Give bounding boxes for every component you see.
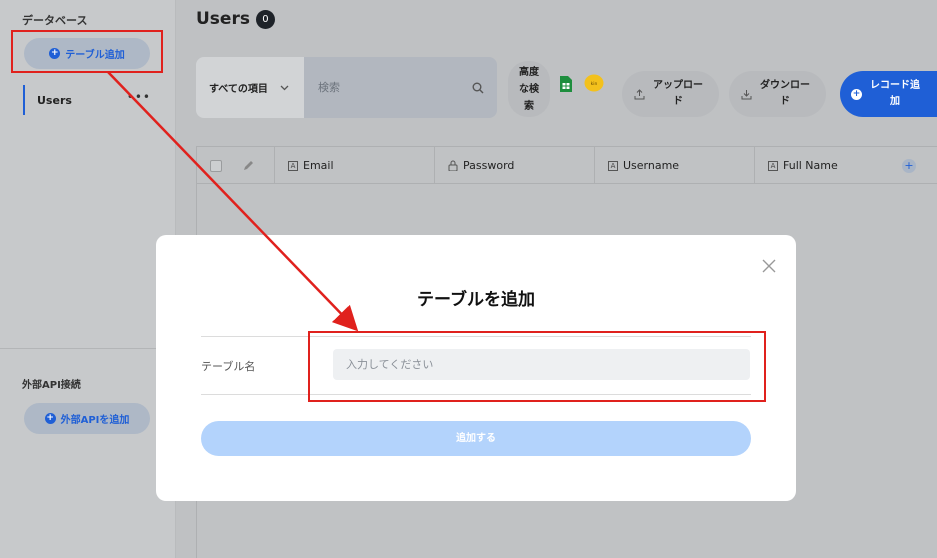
upload-label-line2: ド (673, 96, 683, 107)
add-column-icon[interactable]: + (902, 159, 916, 173)
upload-button[interactable]: アップロー ド (622, 71, 719, 117)
advanced-search-line2: な検 (519, 83, 539, 95)
annotation-highlight-table-name-input (308, 331, 766, 402)
column-header-label: Full Name (783, 159, 838, 172)
api-section-title: 外部API接続 (22, 380, 81, 391)
table-header-row: A Email Password A Username A Full Name … (197, 147, 937, 184)
sidebar-item-users[interactable]: Users ••• (23, 85, 163, 115)
add-record-label-line2: 加 (890, 96, 900, 107)
add-record-label-line1: レコード追 (870, 80, 920, 91)
annotation-highlight-add-table (11, 30, 163, 73)
add-api-label: 外部APIを追加 (60, 415, 130, 426)
sidebar-section-title: データベース (22, 14, 88, 27)
submit-button[interactable]: 追加する (201, 421, 751, 456)
chevron-down-icon (280, 85, 289, 90)
advanced-search-button[interactable]: 高度 な検 索 (508, 61, 550, 117)
modal-title: テーブルを追加 (417, 290, 535, 310)
plus-circle-icon: + (44, 413, 56, 424)
sidebar-item-label: Users (37, 93, 72, 107)
search-input[interactable] (318, 81, 448, 94)
text-type-icon: A (288, 160, 298, 171)
column-header-label: Email (303, 159, 334, 172)
filter-select[interactable]: すべての項目 (196, 57, 304, 118)
upload-label-line1: アップロー (653, 80, 703, 91)
column-header-username[interactable]: A Username (595, 147, 755, 184)
text-type-icon: A (608, 160, 618, 171)
download-label-line2: ド (780, 96, 790, 107)
search-box[interactable] (304, 57, 497, 118)
advanced-search-line3: 索 (524, 100, 534, 112)
lock-icon (448, 160, 458, 171)
add-record-button[interactable]: + レコード追 加 (840, 71, 937, 117)
download-icon (741, 89, 752, 99)
pencil-icon[interactable] (242, 159, 255, 172)
add-api-button[interactable]: + 外部APIを追加 (24, 403, 150, 434)
upload-icon (634, 88, 645, 99)
search-icon[interactable] (472, 82, 484, 94)
plus-circle-icon: + (851, 88, 862, 100)
record-count-badge: 0 (255, 9, 275, 29)
column-header-email[interactable]: A Email (275, 147, 435, 184)
text-type-icon: A (768, 160, 778, 171)
page-title-text: Users (196, 9, 250, 29)
sidebar: データベース + テーブル追加 Users ••• 外部API接続 + 外部AP… (0, 0, 176, 558)
download-label-line1: ダウンロー (760, 80, 810, 91)
page-title: Users 0 (196, 9, 275, 29)
download-button[interactable]: ダウンロー ド (729, 71, 826, 117)
advanced-search-line1: 高度 (519, 66, 539, 78)
column-header-label: Username (623, 159, 680, 172)
more-options-icon[interactable]: ••• (127, 90, 151, 104)
kintone-icon[interactable]: kin (584, 74, 604, 92)
select-column (197, 147, 275, 184)
column-header-label: Password (463, 159, 515, 172)
close-icon[interactable] (761, 258, 777, 274)
column-header-password[interactable]: Password (435, 147, 595, 184)
select-all-checkbox[interactable] (210, 159, 222, 172)
sidebar-divider (0, 348, 176, 349)
table-name-label: テーブル名 (201, 360, 256, 373)
google-sheets-icon[interactable] (559, 76, 573, 92)
svg-text:kin: kin (591, 81, 598, 87)
filter-select-value: すべての項目 (209, 84, 268, 95)
